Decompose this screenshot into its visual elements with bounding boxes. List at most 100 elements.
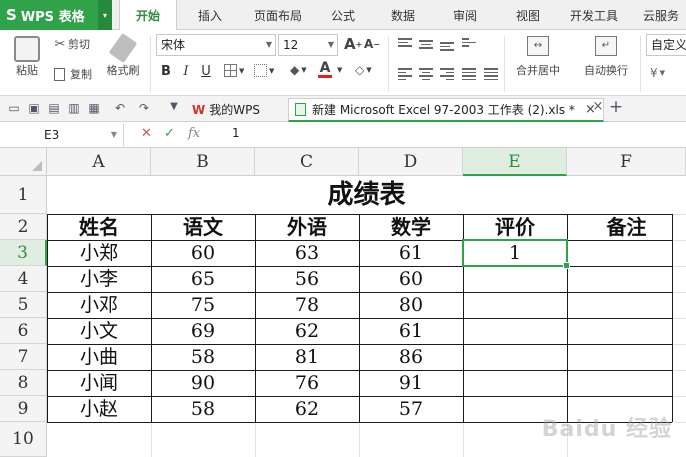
table-cell[interactable]: 65 [151,266,255,292]
table-cell[interactable]: 小郑 [47,240,151,266]
table-cell[interactable]: 69 [151,318,255,344]
column-header-d[interactable]: D [359,148,463,176]
row-header-1[interactable]: 1 [0,176,47,214]
table-cell[interactable]: 62 [255,396,359,422]
tab-formulas[interactable]: 公式 [320,0,366,30]
close-icon[interactable]: × [590,99,606,114]
font-name-select[interactable]: 宋体 ▼ [156,34,276,56]
format-painter-button[interactable]: 格式刷 [104,33,142,92]
align-right-icon[interactable] [440,66,454,82]
header-cell[interactable]: 评价 [463,214,567,240]
table-cell[interactable] [463,292,567,318]
folder-icon[interactable]: ▭ [6,101,22,115]
tab-developer[interactable]: 开发工具 [565,0,623,30]
header-cell[interactable]: 数学 [359,214,463,240]
shrink-font-button[interactable]: A − [364,37,380,51]
table-cell[interactable]: 80 [359,292,463,318]
row-header-3[interactable]: 3 [0,240,47,266]
table-cell[interactable]: 60 [359,266,463,292]
add-tab-icon[interactable]: + [608,97,624,117]
table-cell[interactable]: 小李 [47,266,151,292]
function-icon[interactable]: fx [188,126,200,141]
pdf-icon[interactable]: ▤ [46,101,62,115]
row-header-6[interactable]: 6 [0,318,47,344]
save-icon[interactable]: ▣ [26,101,42,115]
column-header-e[interactable]: E [463,148,567,176]
table-cell[interactable]: 小赵 [47,396,151,422]
column-header-b[interactable]: B [151,148,255,176]
table-cell[interactable]: 57 [359,396,463,422]
align-left-icon[interactable] [398,66,412,82]
wps-app-button[interactable]: S WPS 表格 ▾ [0,0,112,30]
vertical-text-icon[interactable] [462,36,476,49]
table-cell[interactable]: 63 [255,240,359,266]
copy-button[interactable]: 复制 [52,66,92,82]
align-center-icon[interactable] [419,66,433,82]
align-top-icon[interactable] [398,36,412,49]
name-box[interactable]: E3 ▼ [0,124,124,146]
bold-button[interactable]: B [158,64,174,79]
table-cell[interactable]: 小文 [47,318,151,344]
table-cell[interactable] [463,318,567,344]
table-cell[interactable] [567,344,686,370]
table-cell[interactable]: 76 [255,370,359,396]
table-cell[interactable]: 90 [151,370,255,396]
tab-workbook[interactable]: 新建 Microsoft Excel 97-2003 工作表 (2).xls *… [288,98,604,122]
table-cell[interactable]: 小曲 [47,344,151,370]
wrap-text-button[interactable]: ↵ 自动换行 [578,34,634,92]
column-header-a[interactable]: A [47,148,151,176]
table-cell[interactable]: 75 [151,292,255,318]
justify-icon[interactable] [462,66,476,82]
borders-button[interactable]: ▼ [224,64,244,77]
table-cell[interactable]: 小闻 [47,370,151,396]
tab-data[interactable]: 数据 [380,0,426,30]
undo-icon[interactable]: ↶ [112,101,128,115]
active-cell-selection[interactable] [462,239,570,269]
column-header-c[interactable]: C [255,148,359,176]
align-middle-icon[interactable] [419,38,433,51]
header-cell[interactable]: 备注 [567,214,686,240]
table-cell[interactable]: 86 [359,344,463,370]
chevron-down-icon[interactable]: ▾ [98,0,112,30]
row-header-5[interactable]: 5 [0,292,47,318]
chevron-down-icon[interactable]: ▼ [166,101,182,112]
merge-borders-button[interactable]: ▼ [254,64,274,77]
currency-button[interactable]: ¥ ▼ [650,66,665,80]
number-format-select[interactable]: 自定义 [646,34,686,56]
table-cell[interactable] [567,318,686,344]
header-cell[interactable]: 姓名 [47,214,151,240]
select-all-corner[interactable] [0,148,47,176]
row-header-8[interactable]: 8 [0,370,47,396]
table-cell[interactable] [463,266,567,292]
table-cell[interactable]: 81 [255,344,359,370]
tab-view[interactable]: 视图 [505,0,551,30]
print-icon[interactable]: ▥ [66,101,82,115]
underline-button[interactable]: U [198,64,214,79]
cut-button[interactable]: ✂ 剪切 [52,36,90,52]
font-size-select[interactable]: 12 ▼ [278,34,338,56]
row-header-2[interactable]: 2 [0,214,47,240]
row-header-10[interactable]: 10 [0,422,47,457]
tab-insert[interactable]: 插入 [186,0,234,30]
table-cell[interactable] [463,344,567,370]
redo-icon[interactable]: ↷ [136,101,152,115]
tab-cloud[interactable]: 云服务 [636,0,686,30]
cancel-icon[interactable]: ✕ [141,126,152,141]
row-header-4[interactable]: 4 [0,266,47,292]
table-cell[interactable]: 60 [151,240,255,266]
chevron-down-icon[interactable]: ▼ [337,66,342,74]
align-bottom-icon[interactable] [440,40,454,53]
tab-review[interactable]: 审阅 [442,0,488,30]
table-cell[interactable] [567,292,686,318]
formula-input[interactable]: 1 [232,126,240,140]
grow-font-button[interactable]: A + [344,35,362,53]
table-cell[interactable] [567,266,686,292]
table-cell[interactable]: 78 [255,292,359,318]
table-title[interactable]: 成绩表 [47,176,686,214]
table-cell[interactable]: 61 [359,240,463,266]
table-cell[interactable]: 62 [255,318,359,344]
table-cell[interactable] [567,370,686,396]
italic-button[interactable]: I [178,64,194,79]
distributed-icon[interactable] [484,66,498,82]
confirm-icon[interactable]: ✓ [164,126,175,141]
